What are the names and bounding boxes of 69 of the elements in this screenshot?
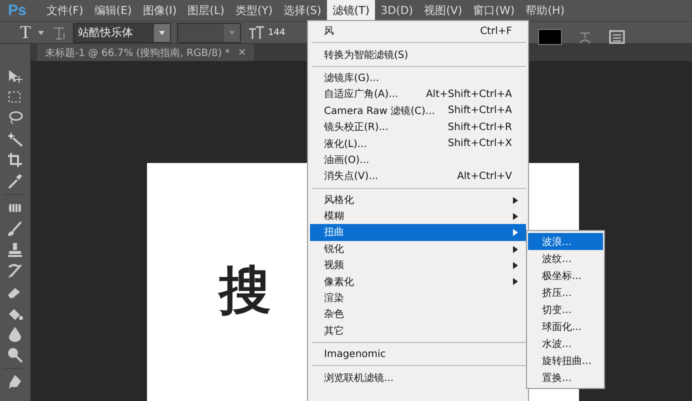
- submenu-arrow-icon: [513, 278, 518, 286]
- submenu-entry[interactable]: 旋转扭曲...: [528, 352, 603, 369]
- menu-entry[interactable]: 消失点(V)... Alt+Ctrl+V: [310, 168, 526, 185]
- color-swatch[interactable]: [538, 29, 562, 45]
- menu-entry[interactable]: 渲染: [310, 290, 526, 306]
- menu-item[interactable]: 选择(S): [278, 0, 326, 21]
- menu-entry[interactable]: 杂色: [310, 306, 526, 323]
- brush-tool-icon[interactable]: [6, 221, 24, 237]
- menu-entry[interactable]: 油画(O)...: [310, 152, 526, 168]
- caret-icon[interactable]: [37, 30, 45, 36]
- menu-entry[interactable]: 模糊: [310, 208, 526, 224]
- submenu-entry[interactable]: 球面化...: [528, 318, 603, 335]
- menu-entry[interactable]: Camera Raw 滤镜(C)... Shift+Ctrl+A: [310, 102, 526, 119]
- menu-entry[interactable]: 液化(L)... Shift+Ctrl+X: [310, 135, 526, 152]
- menu-item[interactable]: 滤镜(T): [327, 0, 375, 21]
- panels-icon[interactable]: [608, 29, 626, 45]
- menu-item[interactable]: 3D(D): [376, 1, 418, 20]
- menu-item[interactable]: 视图(V): [419, 0, 468, 21]
- submenu-entry[interactable]: 置换...: [528, 369, 603, 386]
- menu-entry[interactable]: 其它: [310, 322, 526, 340]
- menu-entry[interactable]: 镜头校正(R)... Shift+Ctrl+R: [310, 118, 526, 136]
- drop-icon[interactable]: [6, 326, 24, 342]
- close-tab-button[interactable]: ×: [238, 47, 246, 58]
- font-dropdown[interactable]: 站酷快乐体: [73, 22, 171, 42]
- submenu-entry[interactable]: 切变...: [528, 301, 603, 318]
- history-brush-icon[interactable]: [6, 263, 24, 279]
- menu-entry[interactable]: 自适应广角(A)... Alt+Shift+Ctrl+A: [310, 86, 526, 103]
- submenu-arrow-icon: [513, 229, 518, 236]
- submenu-arrow-icon: [513, 212, 518, 220]
- magic-wand-icon[interactable]: [6, 131, 24, 147]
- menu-entry[interactable]: 像素化: [310, 273, 526, 290]
- menu-entry[interactable]: 转换为智能滤镜(S): [310, 46, 526, 63]
- submenu-arrow-icon: [513, 262, 518, 270]
- eyedropper-icon[interactable]: [6, 173, 24, 189]
- menu-entry[interactable]: 视频: [310, 257, 526, 274]
- crop-tool-icon[interactable]: [6, 152, 24, 168]
- document-tab[interactable]: 未标题-1 @ 66.7% (搜狗指南, RGB/8) * ×: [37, 44, 254, 61]
- menu-item[interactable]: 文件(F): [41, 0, 88, 21]
- menu-item[interactable]: 帮助(H): [520, 0, 570, 21]
- menu-item[interactable]: 编辑(E): [89, 0, 137, 21]
- menu-entry[interactable]: 滤镜库(G)...: [310, 70, 526, 86]
- pen-tool-icon[interactable]: [6, 374, 24, 390]
- caret-icon: [228, 30, 236, 36]
- submenu-arrow-icon: [513, 246, 518, 253]
- menu-item[interactable]: 图像(I): [138, 0, 182, 21]
- font-size-icon: [247, 24, 265, 40]
- submenu-entry[interactable]: 挤压...: [528, 284, 603, 301]
- submenu-arrow-icon: [513, 196, 518, 204]
- submenu-entry[interactable]: 波纹...: [528, 250, 603, 267]
- menu-entry[interactable]: 风格化: [310, 192, 526, 208]
- menu-entry[interactable]: 浏览联机滤镜...: [310, 369, 526, 386]
- menu-entry[interactable]: Imagenomic: [310, 346, 526, 362]
- menu-entry[interactable]: 扭曲: [310, 224, 526, 241]
- submenu-entry[interactable]: 水波...: [528, 335, 603, 352]
- move-tool-icon[interactable]: [6, 68, 24, 84]
- caret-icon: [158, 30, 166, 36]
- stamp-tool-icon[interactable]: [6, 242, 24, 258]
- font-size-field[interactable]: 144: [268, 28, 286, 38]
- text-orientation-icon[interactable]: [51, 24, 67, 40]
- menu-item[interactable]: 窗口(W): [468, 0, 520, 21]
- submenu-entry[interactable]: 波浪...: [528, 233, 603, 250]
- canvas-text: 搜: [219, 265, 269, 317]
- menu-entry[interactable]: 风 Ctrl+F: [310, 23, 526, 40]
- submenu-entry[interactable]: 极坐标...: [528, 267, 603, 284]
- menu-entry[interactable]: 锐化: [310, 240, 526, 258]
- menu-item[interactable]: 图层(L): [182, 0, 230, 21]
- document-title: 未标题-1 @ 66.7% (搜狗指南, RGB/8) *: [45, 46, 230, 60]
- menu-item[interactable]: 类型(Y): [230, 0, 278, 21]
- type-tool-button[interactable]: T: [20, 22, 31, 43]
